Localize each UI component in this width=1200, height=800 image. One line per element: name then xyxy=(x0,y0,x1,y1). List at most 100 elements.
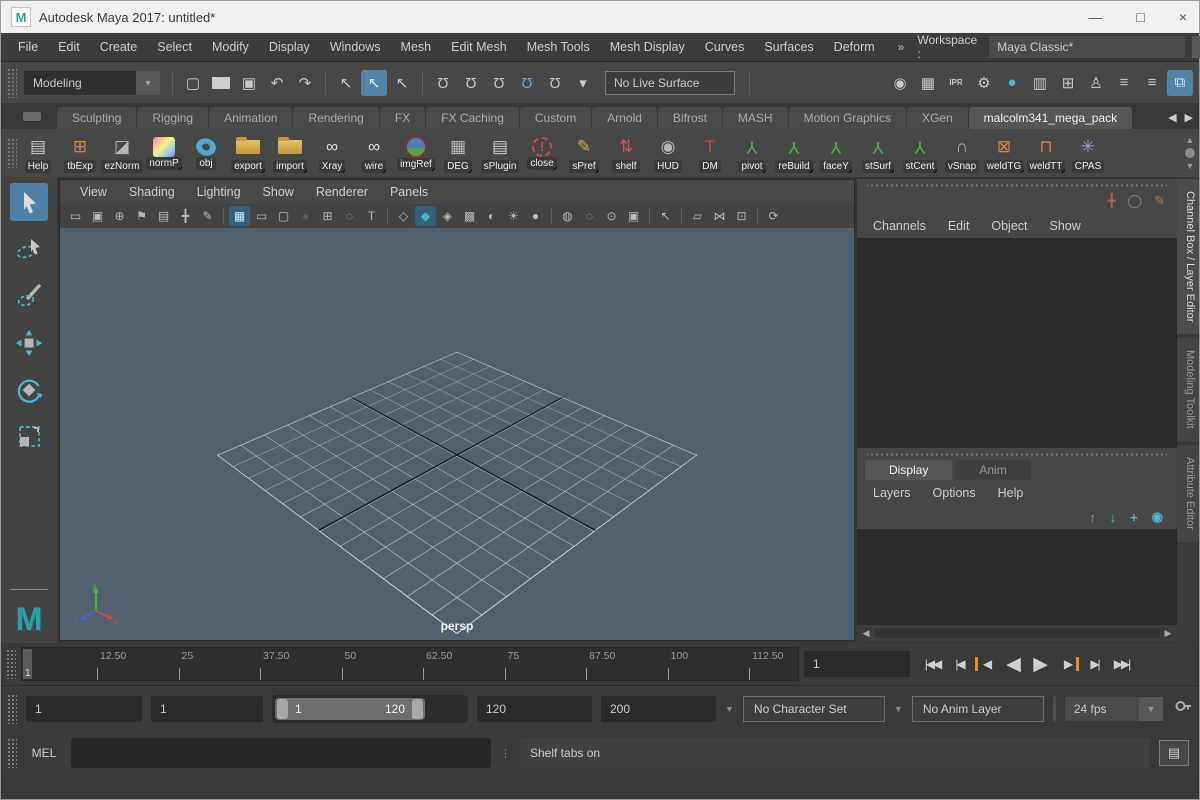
character-set-dropdown-icon[interactable]: ▼ xyxy=(725,704,734,714)
anim-layer-dropdown-icon[interactable]: ▼ xyxy=(894,704,903,714)
menu-item[interactable]: Mesh Display xyxy=(601,37,694,57)
channel-box-menu-item[interactable]: Object xyxy=(981,216,1037,236)
shelf-weldtt-button[interactable]: ⊓ weldTT xyxy=(1025,134,1067,173)
image-plane-button[interactable]: ▤ xyxy=(153,206,174,226)
select-hierarchy-mode-button[interactable]: ↖ xyxy=(333,70,359,96)
scroll-track[interactable] xyxy=(874,628,1160,638)
gate-mask-button[interactable]: ● xyxy=(295,206,316,226)
xray-button[interactable]: ▱ xyxy=(687,206,708,226)
menu-item[interactable]: Surfaces xyxy=(755,37,822,57)
viewport-menu-item[interactable]: Shading xyxy=(119,182,185,202)
menu-item[interactable]: Create xyxy=(91,37,147,57)
hypershade-button[interactable]: ● xyxy=(999,70,1025,96)
select-component-mode-button[interactable]: ↖ xyxy=(389,70,415,96)
shelf-close-button[interactable]: ! close xyxy=(521,137,563,170)
shelf-splugin-button[interactable]: ▤ sPlugin xyxy=(479,134,521,173)
shelf-tab[interactable]: Motion Graphics xyxy=(789,107,907,129)
playback-end-field[interactable]: 120 xyxy=(477,696,592,722)
shelf-dm-button[interactable]: T DM xyxy=(689,134,731,173)
current-time-field[interactable]: 1 xyxy=(804,651,910,677)
multisample-button[interactable]: ⊙ xyxy=(601,206,622,226)
film-gate-button[interactable]: ▭ xyxy=(251,206,272,226)
viewport-menu-item[interactable]: Renderer xyxy=(306,182,378,202)
shelf-tab[interactable]: Arnold xyxy=(592,107,658,129)
minimize-button[interactable]: — xyxy=(1088,9,1102,25)
step-back-key-button[interactable]: ◀ xyxy=(973,650,1000,678)
channel-box-menu-item[interactable]: Show xyxy=(1040,216,1091,236)
refresh-button[interactable]: ⟳ xyxy=(763,206,784,226)
shelf-cpas-button[interactable]: ✳ CPAS xyxy=(1067,134,1109,173)
shelf-rebuild-button[interactable]: Y reBuild xyxy=(773,134,815,173)
layer-editor-menu-item[interactable]: Help xyxy=(988,483,1034,503)
animation-end-field[interactable]: 200 xyxy=(601,696,716,722)
display-layers-button[interactable]: ≡ xyxy=(1111,70,1137,96)
menu-set-dropdown-arrow[interactable]: ▼ xyxy=(136,71,160,95)
manipulator-axis-icon[interactable]: ╋ xyxy=(1108,193,1116,209)
field-chart-button[interactable]: ⊞ xyxy=(317,206,338,226)
xray-joints-button[interactable]: ⋈ xyxy=(709,206,730,226)
fps-dropdown-arrow[interactable]: ▼ xyxy=(1139,697,1163,721)
menu-item[interactable]: Edit xyxy=(49,37,89,57)
sidebar-tab[interactable]: Modeling Toolkit xyxy=(1177,338,1199,441)
script-editor-button[interactable]: ▤ xyxy=(1159,740,1189,766)
command-line-input[interactable] xyxy=(71,738,491,768)
shelf-tab[interactable]: Rendering xyxy=(293,107,379,129)
use-default-material-button[interactable]: ◐ xyxy=(481,206,502,226)
close-button[interactable]: × xyxy=(1179,9,1187,25)
play-backwards-button[interactable]: ◀ xyxy=(1000,650,1027,678)
shelf-hud-button[interactable]: ◉ HUD xyxy=(647,134,689,173)
live-surface-field[interactable]: No Live Surface xyxy=(605,71,735,95)
anim-layers-button[interactable]: ≡ xyxy=(1139,70,1165,96)
menu-overflow-icon[interactable]: » xyxy=(898,40,905,54)
channel-box-toggle-button[interactable]: ⧉ xyxy=(1167,70,1193,96)
shelf-wire-button[interactable]: ∞ wire xyxy=(353,134,395,173)
shelf-tab[interactable]: Custom xyxy=(520,107,592,129)
select-object-mode-button[interactable]: ↖ xyxy=(361,70,387,96)
snap-to-projected-center-button[interactable]: Ω xyxy=(514,70,540,96)
move-tool-button[interactable] xyxy=(10,324,48,362)
scroll-left-icon[interactable]: ◀ xyxy=(860,628,872,639)
panel-grip[interactable] xyxy=(867,179,1167,189)
save-scene-button[interactable]: ▣ xyxy=(236,70,262,96)
shadows-button[interactable]: ● xyxy=(525,206,546,226)
pan-zoom-button[interactable]: ╋ xyxy=(175,206,196,226)
create-empty-layer-button[interactable]: + xyxy=(1130,510,1138,525)
make-object-live-button[interactable]: Ω xyxy=(542,70,568,96)
shelf-tab-scroll-left-icon[interactable]: ◀ xyxy=(1168,111,1176,124)
animation-start-field[interactable]: 1 xyxy=(26,696,142,722)
anim-layer-selector[interactable]: No Anim Layer xyxy=(912,696,1044,722)
bookmark-button[interactable]: ⚑ xyxy=(131,206,152,226)
snap-to-point-button[interactable]: Ω xyxy=(486,70,512,96)
shelf-imgref-button[interactable]: imgRef xyxy=(395,136,437,171)
menu-item[interactable]: Select xyxy=(148,37,201,57)
wireframe-button[interactable]: ◇ xyxy=(393,206,414,226)
snap-to-grid-button[interactable]: Ω xyxy=(430,70,456,96)
shelf-stsurf-button[interactable]: Y stSurf xyxy=(857,134,899,173)
shelf-facey-button[interactable]: Y faceY xyxy=(815,134,857,173)
sidebar-tab[interactable]: Channel Box / Layer Editor xyxy=(1177,179,1199,334)
wireframe-on-shaded-button[interactable]: ◈ xyxy=(437,206,458,226)
channel-box-menu-item[interactable]: Edit xyxy=(938,216,980,236)
open-scene-button[interactable] xyxy=(208,70,234,96)
channel-box-menu-item[interactable]: Channels xyxy=(863,216,936,236)
ipr-render-button[interactable]: IPR xyxy=(943,70,969,96)
move-layer-down-button[interactable]: ↓ xyxy=(1110,510,1117,525)
step-back-frame-button[interactable]: |◀ xyxy=(946,650,973,678)
shelf-obj-button[interactable]: obj xyxy=(185,137,227,170)
shelf-weldtg-button[interactable]: ⊠ weldTG xyxy=(983,134,1025,173)
lasso-tool-button[interactable] xyxy=(10,230,48,268)
shelf-tab[interactable]: MASH xyxy=(723,107,789,129)
safe-title-button[interactable]: T xyxy=(361,206,382,226)
command-line-divider[interactable]: ⋮ xyxy=(500,747,511,760)
status-line-grip[interactable] xyxy=(7,68,17,98)
command-line-language-label[interactable]: MEL xyxy=(26,746,62,760)
shelf-tab[interactable]: FX Caching xyxy=(426,107,520,129)
sidebar-tab[interactable]: Attribute Editor xyxy=(1177,445,1199,542)
shelf-menu-button[interactable] xyxy=(23,112,41,121)
menu-item[interactable]: Edit Mesh xyxy=(442,37,516,57)
grease-pencil-button[interactable]: ✎ xyxy=(197,206,218,226)
move-layer-up-button[interactable]: ↑ xyxy=(1089,510,1096,525)
lock-camera-button[interactable]: ▣ xyxy=(87,206,108,226)
maximize-button[interactable]: □ xyxy=(1136,9,1144,25)
exposure-button[interactable]: ⊡ xyxy=(731,206,752,226)
